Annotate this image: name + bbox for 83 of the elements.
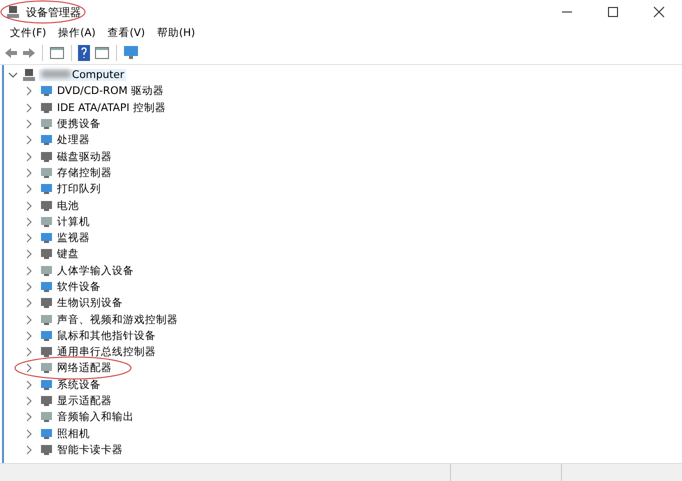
device-icon	[40, 118, 53, 130]
device-icon	[40, 248, 53, 260]
device-icon	[40, 330, 53, 342]
tree-item[interactable]: 系统设备	[57, 378, 101, 392]
expand-chevron-icon[interactable]	[24, 363, 34, 374]
device-icon	[40, 134, 53, 146]
device-icon	[40, 428, 53, 440]
expand-chevron-icon[interactable]	[24, 396, 34, 406]
expand-chevron-icon[interactable]	[24, 152, 34, 162]
device-icon	[40, 314, 53, 326]
tree-item[interactable]: 照相机	[57, 426, 90, 441]
expand-chevron-icon[interactable]	[24, 314, 34, 325]
tree-item[interactable]: 便携设备	[57, 117, 101, 132]
expand-chevron-icon[interactable]	[24, 135, 34, 146]
menu-item[interactable]: 操作(A)	[52, 26, 102, 40]
expand-chevron-icon[interactable]	[24, 168, 34, 178]
device-icon	[40, 411, 53, 424]
tree-item[interactable]: 打印队列	[57, 182, 101, 196]
expand-chevron-icon[interactable]	[24, 233, 34, 244]
expand-chevron-icon[interactable]	[24, 347, 34, 358]
device-icon	[40, 166, 53, 179]
device-icon	[40, 264, 53, 277]
tree-item[interactable]: 声音、视频和游戏控制器	[57, 312, 178, 327]
expand-chevron-icon[interactable]	[24, 266, 34, 276]
tree-item[interactable]: 显示适配器	[57, 394, 112, 408]
collapse-chevron-icon[interactable]	[8, 70, 18, 80]
computer-icon	[22, 68, 36, 82]
expand-chevron-icon[interactable]	[24, 86, 34, 96]
tree-item[interactable]: 音频输入和输出	[57, 410, 134, 424]
window-title: 设备管理器	[26, 4, 81, 20]
help-icon[interactable]	[78, 45, 90, 61]
tree-item[interactable]: IDE ATA/ATAPI 控制器	[57, 100, 166, 115]
tree-item[interactable]: 智能卡读卡器	[57, 442, 123, 457]
tree-item[interactable]: 人体学输入设备	[57, 264, 134, 278]
device-icon	[40, 378, 53, 391]
back-arrow-icon[interactable]	[4, 46, 18, 60]
tree-item[interactable]: 磁盘驱动器	[57, 150, 112, 164]
expand-chevron-icon[interactable]	[24, 444, 34, 455]
device-icon	[40, 85, 53, 98]
computer-icon	[6, 5, 20, 19]
expand-chevron-icon[interactable]	[24, 119, 34, 130]
device-icon	[40, 102, 53, 114]
expand-chevron-icon[interactable]	[24, 200, 34, 211]
expand-chevron-icon[interactable]	[24, 282, 34, 292]
expand-chevron-icon[interactable]	[24, 380, 34, 390]
expand-chevron-icon[interactable]	[24, 412, 34, 422]
expand-chevron-icon[interactable]	[24, 330, 34, 341]
menu-item[interactable]: 文件(F)	[4, 26, 52, 40]
forward-arrow-icon[interactable]	[22, 46, 36, 60]
tree-item[interactable]: 通用串行总线控制器	[57, 345, 156, 360]
tree-item[interactable]: 处理器	[57, 133, 90, 148]
window-icon[interactable]	[94, 46, 110, 60]
tree-item[interactable]: 存储控制器	[57, 166, 112, 180]
device-icon	[40, 362, 53, 374]
tree-item[interactable]: 键盘	[57, 247, 79, 262]
menu-item[interactable]: 查看(V)	[102, 26, 152, 40]
menu-item[interactable]: 帮助(H)	[151, 26, 202, 40]
device-icon	[40, 200, 53, 212]
device-icon	[40, 297, 53, 310]
properties-icon[interactable]	[49, 46, 65, 60]
device-icon	[40, 216, 53, 228]
device-icon	[40, 395, 53, 408]
tree-item[interactable]: 鼠标和其他指针设备	[57, 328, 156, 343]
monitor-icon[interactable]	[123, 45, 139, 61]
tree-item[interactable]: 电池	[57, 198, 79, 213]
tree-item[interactable]: 软件设备	[57, 280, 101, 294]
expand-chevron-icon[interactable]	[24, 216, 34, 227]
expand-chevron-icon[interactable]	[24, 298, 34, 308]
tree-item[interactable]: 生物识别设备	[57, 296, 123, 310]
device-icon	[40, 281, 53, 293]
tree-item[interactable]: 监视器	[57, 231, 90, 246]
tree-item[interactable]: Computer	[39, 69, 126, 82]
device-icon	[40, 444, 53, 456]
device-icon	[40, 150, 53, 163]
expand-chevron-icon[interactable]	[24, 249, 34, 260]
device-icon	[40, 232, 53, 244]
expand-chevron-icon[interactable]	[24, 184, 34, 194]
tree-item[interactable]: 计算机	[57, 214, 90, 229]
device-icon	[40, 183, 53, 196]
expand-chevron-icon[interactable]	[24, 102, 34, 113]
expand-chevron-icon[interactable]	[24, 428, 34, 439]
device-icon	[40, 346, 53, 358]
tree-item[interactable]: DVD/CD-ROM 驱动器	[57, 84, 164, 98]
